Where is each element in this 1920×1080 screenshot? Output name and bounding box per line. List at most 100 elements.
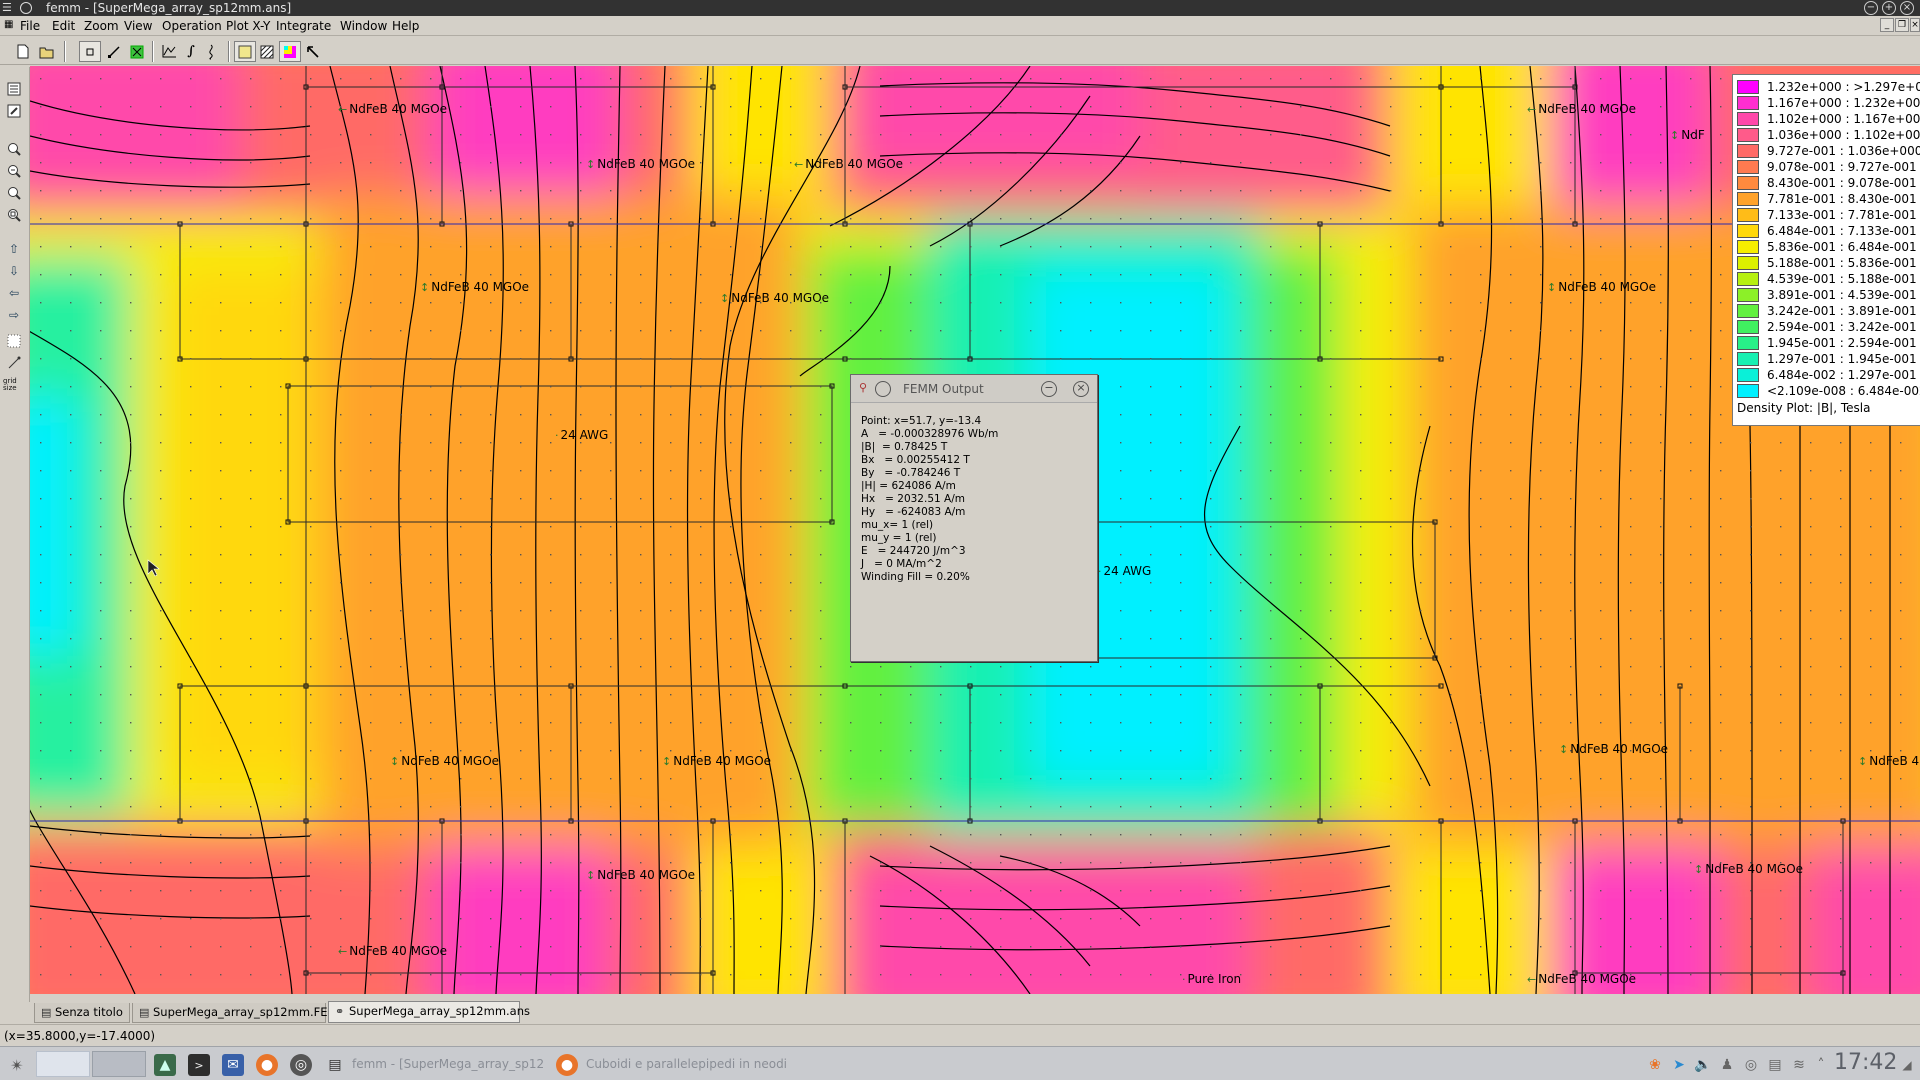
- firefox-icon[interactable]: ●: [256, 1054, 278, 1076]
- legend-range-label: 6.484e-001 : 7.133e-001: [1767, 224, 1917, 238]
- block-label[interactable]: ↕ NdFeB 40 MGOe: [720, 291, 829, 305]
- document-menu-icon[interactable]: ▦: [4, 19, 13, 30]
- maximize-window-icon[interactable]: +: [1882, 1, 1896, 15]
- menu-zoom[interactable]: Zoom: [84, 19, 119, 33]
- view-results-icon[interactable]: [3, 79, 25, 99]
- pan-left-icon[interactable]: ⇦: [3, 283, 25, 303]
- media-icon[interactable]: ◎: [1740, 1054, 1762, 1076]
- block-label[interactable]: ↕ NdFeB 40 MGOe: [1547, 280, 1656, 294]
- task-firefox[interactable]: Cuboidi e parallelepipedi in neodi: [586, 1051, 786, 1077]
- block-label[interactable]: ↕ NdFeB 40 MGOe: [420, 280, 529, 294]
- zoom-natural-icon[interactable]: [3, 183, 25, 203]
- menu-edit[interactable]: Edit: [52, 19, 75, 33]
- hatch-icon[interactable]: [256, 41, 278, 62]
- minimize-window-icon[interactable]: −: [1864, 1, 1878, 15]
- menu-window[interactable]: Window: [340, 19, 387, 33]
- edit-results-icon[interactable]: [3, 101, 25, 121]
- tab-fem-file[interactable]: ▤ SuperMega_array_sp12mm.FEM: [132, 1003, 337, 1023]
- zoom-window-icon[interactable]: [3, 205, 25, 225]
- vector-plot-icon[interactable]: [302, 41, 324, 62]
- legend-row: 1.945e-001 : 2.594e-001: [1737, 335, 1920, 351]
- block-label[interactable]: · Pure Iron: [1182, 972, 1241, 986]
- telegram-icon[interactable]: ➤: [1668, 1054, 1690, 1076]
- contour-icon[interactable]: [202, 41, 224, 62]
- block-label[interactable]: ↕ NdFeB 4: [1858, 754, 1919, 768]
- block-mode-icon[interactable]: [126, 41, 148, 62]
- clock[interactable]: 17:42: [1834, 1050, 1897, 1075]
- legend-row: 7.133e-001 : 7.781e-001: [1737, 207, 1920, 223]
- menu-file[interactable]: File: [20, 19, 40, 33]
- app-menu-icon[interactable]: ☰: [2, 1, 16, 15]
- zoom-in-icon[interactable]: [3, 139, 25, 159]
- output-window-titlebar[interactable]: ⚲ FEMM Output − ×: [851, 375, 1097, 403]
- density-plot-icon[interactable]: [279, 41, 301, 62]
- grid-size-label: grid size: [3, 377, 17, 392]
- volume-icon[interactable]: 🔈: [1692, 1054, 1714, 1076]
- tab-ans-file[interactable]: ⚭ SuperMega_array_sp12mm.ans: [328, 1001, 530, 1023]
- mail-icon[interactable]: ✉: [222, 1054, 244, 1076]
- point-mode-icon[interactable]: [79, 41, 101, 62]
- show-mesh-icon[interactable]: [234, 41, 256, 62]
- image-viewer-icon[interactable]: ▲: [154, 1054, 176, 1076]
- terminal-icon[interactable]: >: [188, 1054, 210, 1076]
- app-launcher-icon[interactable]: ✴: [6, 1054, 28, 1076]
- output-line: Bx = 0.00255412 T: [861, 454, 970, 466]
- block-label[interactable]: ← NdFeB 40 MGOe: [794, 157, 903, 171]
- block-label[interactable]: ↕ NdFeB 40 MGOe: [1694, 862, 1803, 876]
- clipboard-icon[interactable]: ▤: [1764, 1054, 1786, 1076]
- block-label[interactable]: ← NdFeB 40 MGOe: [1527, 972, 1636, 986]
- block-label[interactable]: ↕ NdFeB 40 MGOe: [586, 157, 695, 171]
- output-line: Winding Fill = 0.20%: [861, 571, 970, 583]
- new-file-icon[interactable]: [12, 41, 34, 62]
- task-femm[interactable]: femm - [SuperMega_array_sp12: [352, 1051, 548, 1077]
- menu-view[interactable]: View: [124, 19, 152, 33]
- window-pin-icon[interactable]: [20, 2, 32, 14]
- block-label[interactable]: ↕ NdF: [1670, 128, 1705, 142]
- block-label[interactable]: · 24 AWG: [555, 428, 608, 442]
- open-file-icon[interactable]: [36, 41, 58, 62]
- close-output-icon[interactable]: ×: [1073, 381, 1089, 397]
- menu-integrate[interactable]: Integrate: [276, 19, 331, 33]
- block-label[interactable]: ← NdFeB 40 MGOe: [1527, 102, 1636, 116]
- pan-down-icon[interactable]: ⇩: [3, 261, 25, 281]
- desktop-pager-1[interactable]: [36, 1051, 90, 1077]
- snap-grid-icon[interactable]: [3, 353, 25, 373]
- pan-up-icon[interactable]: ⇧: [3, 239, 25, 259]
- mdi-close-icon[interactable]: ×: [1910, 18, 1920, 32]
- legend-swatch: [1737, 176, 1759, 190]
- block-label[interactable]: ↕ NdFeB 40 MGOe: [1559, 742, 1668, 756]
- legend-row: 6.484e-001 : 7.133e-001: [1737, 223, 1920, 239]
- zoom-out-icon[interactable]: [3, 161, 25, 181]
- tray-expand-icon[interactable]: ˄: [1810, 1054, 1832, 1076]
- legend-row: 5.836e-001 : 6.484e-001: [1737, 239, 1920, 255]
- block-label[interactable]: ↕ NdFeB 40 MGOe: [390, 754, 499, 768]
- line-mode-icon[interactable]: [103, 41, 125, 62]
- user-icon[interactable]: ♟: [1716, 1054, 1738, 1076]
- tab-senza-titolo[interactable]: ▤ Senza titolo: [34, 1003, 130, 1023]
- block-label[interactable]: ← NdFeB 40 MGOe: [338, 944, 447, 958]
- grid-size-icon[interactable]: grid size: [3, 375, 25, 395]
- block-label[interactable]: ↕ NdFeB 40 MGOe: [662, 754, 771, 768]
- window-menu-icon[interactable]: [875, 381, 891, 397]
- desktop-pager-2[interactable]: [92, 1051, 146, 1077]
- close-window-icon[interactable]: ×: [1900, 1, 1914, 15]
- mdi-minimize-icon[interactable]: _: [1880, 18, 1894, 32]
- network-icon[interactable]: ≋: [1788, 1054, 1810, 1076]
- notification-icon[interactable]: ❀: [1644, 1054, 1666, 1076]
- menu-help[interactable]: Help: [392, 19, 419, 33]
- menu-operation[interactable]: Operation: [162, 19, 222, 33]
- block-label[interactable]: ↕ NdFeB 40 MGOe: [586, 868, 695, 882]
- mdi-restore-icon[interactable]: ❐: [1895, 18, 1909, 32]
- integrate-icon[interactable]: ∫: [180, 41, 202, 62]
- chromium-icon[interactable]: ◎: [290, 1054, 312, 1076]
- block-label[interactable]: · 24 AWG: [1098, 564, 1151, 578]
- legend-row: 4.539e-001 : 5.188e-001: [1737, 271, 1920, 287]
- pan-right-icon[interactable]: ⇨: [3, 305, 25, 325]
- show-desktop-icon[interactable]: ◢: [1896, 1054, 1918, 1076]
- legend-row: 5.188e-001 : 5.836e-001: [1737, 255, 1920, 271]
- block-label[interactable]: ← NdFeB 40 MGOe: [338, 102, 447, 116]
- show-grid-icon[interactable]: [3, 331, 25, 351]
- minimize-output-icon[interactable]: −: [1041, 381, 1057, 397]
- menu-plot-xy[interactable]: Plot X-Y: [226, 19, 270, 33]
- xy-plot-icon[interactable]: [158, 41, 180, 62]
